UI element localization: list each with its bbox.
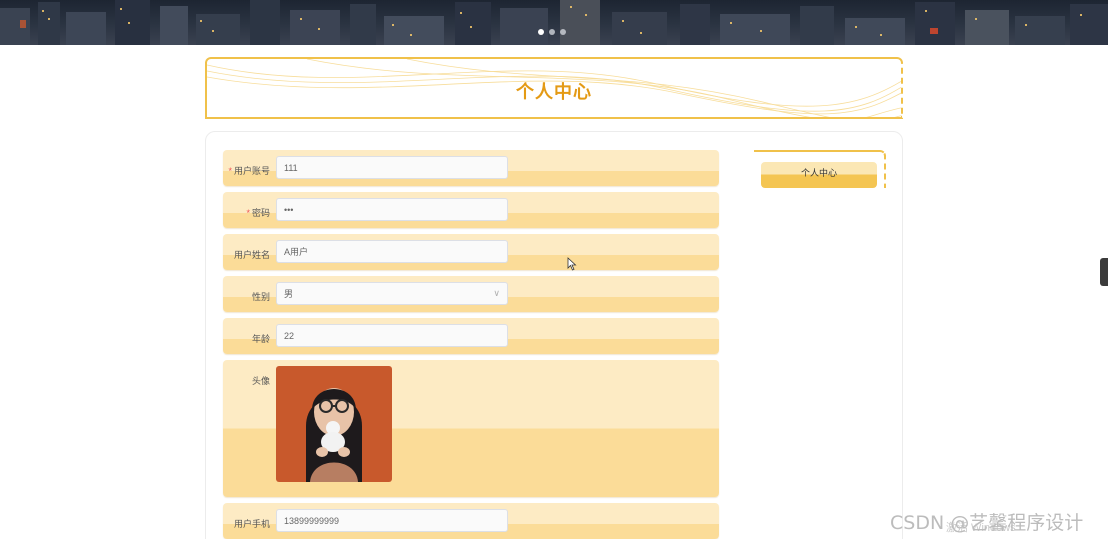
page-title: 个人中心 — [516, 82, 592, 102]
form-row-account: * 用户账号 — [223, 150, 719, 186]
profile-card: *用户账号 *密码 用户姓名 性别 男 ∨ 年龄 头像 — [205, 131, 903, 539]
gender-select[interactable]: 男 ∨ — [276, 282, 508, 305]
form-row-age: 年龄 — [223, 318, 719, 354]
password-input[interactable] — [276, 198, 508, 221]
avatar-label: 头像 — [251, 376, 270, 386]
top-banner — [0, 0, 1108, 45]
form-row-name: 用户姓名 — [223, 234, 719, 270]
name-input[interactable] — [276, 240, 508, 263]
edge-scroll-tab[interactable] — [1100, 258, 1108, 286]
avatar-image[interactable] — [276, 366, 392, 482]
city-skyline-image — [0, 0, 1108, 45]
chevron-down-icon: ∨ — [493, 288, 500, 298]
account-input[interactable] — [276, 156, 508, 179]
phone-label: 用户手机 — [233, 519, 270, 529]
required-mark: * — [228, 166, 232, 176]
name-label: 用户姓名 — [233, 250, 270, 260]
carousel-dot[interactable] — [549, 29, 555, 35]
csdn-watermark: CSDN @艺馨程序设计 — [890, 512, 1084, 534]
carousel-dot[interactable] — [538, 29, 544, 35]
avatar-picture — [276, 366, 392, 482]
phone-input[interactable] — [276, 509, 508, 532]
password-label: * 密码 — [246, 208, 270, 218]
gender-label: 性别 — [251, 292, 270, 302]
form-row-avatar: 头像 — [223, 360, 719, 497]
age-input[interactable] — [276, 324, 508, 347]
age-label: 年龄 — [251, 334, 270, 344]
page-title-box: 个人中心 — [205, 57, 903, 119]
account-label: * 用户账号 — [228, 166, 270, 176]
side-menu-item-profile[interactable]: 个人中心 — [761, 162, 877, 188]
carousel-dot[interactable] — [560, 29, 566, 35]
gender-select-value: 男 — [284, 289, 294, 299]
side-menu: 个人中心 — [754, 150, 886, 188]
form-row-phone: 用户手机 — [223, 503, 719, 539]
required-mark: * — [246, 208, 250, 218]
form-row-gender: 性别 男 ∨ — [223, 276, 719, 312]
mouse-cursor-icon — [567, 257, 577, 271]
banner-carousel-dots — [538, 29, 566, 35]
form-row-password: * 密码 — [223, 192, 719, 228]
